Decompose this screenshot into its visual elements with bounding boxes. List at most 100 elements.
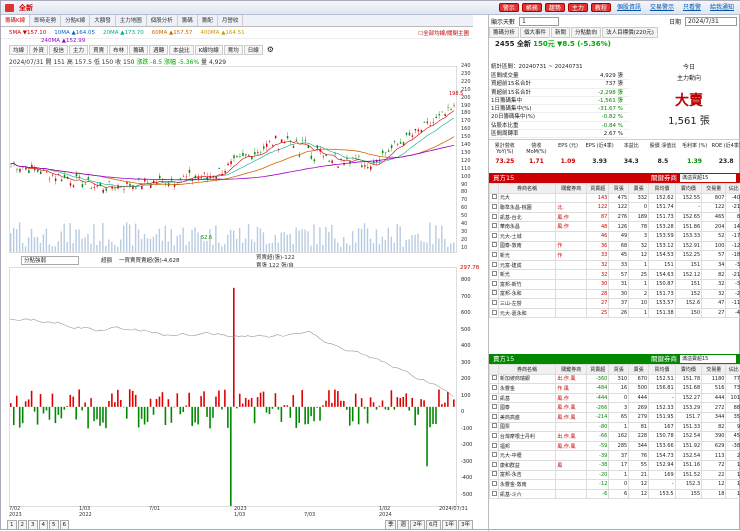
column-header[interactable]: 買賣超 (587, 184, 609, 194)
column-header[interactable]: 交易量 (702, 184, 726, 194)
row-checkbox[interactable] (490, 289, 499, 299)
broker-row[interactable]: 新光作334512154.53152.2557-18 (490, 251, 740, 261)
broker-row[interactable]: 凱基-台北風.作87276189151.73152.654658 (490, 212, 740, 222)
broker-row[interactable]: 美商高盛風.作.風-21465279151.95151.734435 (490, 412, 740, 422)
row-checkbox[interactable] (490, 203, 499, 213)
tab-chip-analysis[interactable]: 籌碼分析 (489, 27, 519, 38)
row-checkbox[interactable] (490, 231, 499, 241)
page-2-button[interactable]: 2 (18, 520, 28, 530)
row-checkbox[interactable] (490, 270, 499, 280)
broker-row[interactable]: 福邦風.作.風-59285344153.66151.92629-38 (490, 441, 740, 451)
season-button[interactable]: 季 (385, 520, 397, 530)
broker-row[interactable]: 富邦-永和28302151.7315232-2 (490, 289, 740, 299)
column-header[interactable] (490, 365, 499, 375)
column-header[interactable]: 關鍵券商 (556, 365, 587, 375)
tab-kline-ma[interactable]: K線均線 (195, 45, 223, 55)
row-checkbox[interactable] (490, 241, 499, 251)
tab-realtime[interactable]: 即時走勢 (30, 15, 61, 26)
net-buy-chart[interactable] (9, 267, 457, 507)
broker-row[interactable]: 康和群益風-381755152.94151.16721 (490, 460, 740, 470)
row-checkbox[interactable] (490, 212, 499, 222)
settings-gear-icon[interactable]: ⚙ (264, 45, 277, 55)
sell-key-broker-button[interactable]: 關鍵券商 (651, 354, 677, 364)
trend-button[interactable]: 趨勢 (545, 3, 565, 12)
column-header[interactable]: 關鍵券商 (556, 184, 587, 194)
column-header[interactable]: 買張 (609, 365, 629, 375)
days-input[interactable]: 1 (519, 17, 559, 26)
tab-branch-kline[interactable]: 分點K線 (61, 15, 90, 26)
column-header[interactable]: 買賣超 (587, 365, 609, 375)
row-checkbox[interactable] (490, 299, 499, 309)
column-header[interactable]: 佔比 (726, 184, 740, 194)
column-header[interactable]: 買均價 (649, 365, 676, 375)
row-checkbox[interactable] (490, 222, 499, 232)
broker-row[interactable]: 永豐金-敦南-12012-152.3121 (490, 480, 740, 490)
row-checkbox[interactable] (490, 308, 499, 318)
tab-ma[interactable]: 均線 (9, 45, 28, 55)
broker-row[interactable]: 國泰-敦南作366832153.12152.91100-12 (490, 241, 740, 251)
all-ma-toggle[interactable]: ☐全部均線/關閉主圖 (418, 29, 473, 37)
candlestick-chart[interactable] (9, 66, 457, 253)
alert-button[interactable]: 警示 (499, 3, 519, 12)
page-5-button[interactable]: 5 (49, 520, 59, 530)
row-checkbox[interactable] (490, 432, 499, 442)
row-checkbox[interactable] (490, 441, 499, 451)
column-header[interactable]: 券商名稱 (498, 184, 555, 194)
broker-row[interactable]: 元富-建成3233115115134-3 (490, 260, 740, 270)
broker-row[interactable]: 元大-中壢-393776154.73152.541132 (490, 451, 740, 461)
tab-chip[interactable]: 籌碼 (129, 45, 148, 55)
alert-only-link[interactable]: 只看警 (680, 3, 704, 12)
row-checkbox[interactable] (490, 193, 499, 203)
tutorial-button[interactable]: 教程 (591, 3, 611, 12)
6m-button[interactable]: 6月 (426, 520, 441, 530)
buy-key-broker-button[interactable]: 關鍵券商 (651, 173, 677, 183)
column-header[interactable]: 佔比 (726, 365, 740, 375)
sell-sort-dropdown[interactable]: 滿溢賣超15 (680, 355, 736, 363)
row-checkbox[interactable] (490, 451, 499, 461)
broker-row[interactable]: 富邦-永吉-20121169151.52221 (490, 470, 740, 480)
broker-row[interactable]: 元大-土城46493153.59153.3352-17 (490, 231, 740, 241)
broker-row[interactable]: 聯準永昌-桃園北.1221220151.74-122-21 (490, 203, 740, 213)
tab-chips[interactable]: 籌碼 (178, 15, 198, 26)
page-3-button[interactable]: 3 (28, 520, 38, 530)
tab-allocation[interactable]: 籌配 (198, 15, 218, 26)
column-header[interactable]: 券商名稱 (498, 365, 555, 375)
tab-chip-kline[interactable]: 籌碼K線 (1, 15, 30, 26)
tab-pe[interactable]: 本益比 (169, 45, 194, 55)
column-header[interactable]: 賣均價 (675, 365, 702, 375)
account-button[interactable]: 帳務 (522, 3, 542, 12)
row-checkbox[interactable] (490, 260, 499, 270)
broker-row[interactable]: 元大143475332152.62152.55807-40 (490, 193, 740, 203)
tab-monthly-revenue[interactable]: 月營收 (218, 15, 244, 26)
broker-row[interactable]: 凱基風.作-4440444-152.27444101 (490, 393, 740, 403)
row-checkbox[interactable] (490, 480, 499, 490)
tab-target-price[interactable]: 法人目標價(220元) (602, 27, 658, 38)
column-header[interactable]: 賣張 (629, 184, 649, 194)
tab-main-map[interactable]: 主力地圖 (116, 15, 147, 26)
date-input[interactable]: 2024/7/31 (685, 17, 737, 26)
page-1-button[interactable]: 1 (7, 520, 17, 530)
column-header[interactable]: 賣均價 (675, 184, 702, 194)
tab-trade[interactable]: 買賣 (89, 45, 108, 55)
broker-row[interactable]: 新加坡商瑞銀出.作.風-360310670152.51151.78118077 (490, 374, 740, 384)
broker-row[interactable]: 元大-嘉永和25261151.3815027-4 (490, 308, 740, 318)
tab-trust[interactable]: 投信 (49, 45, 68, 55)
row-checkbox[interactable] (490, 374, 499, 384)
tab-stock-analysis[interactable]: 個股分析 (147, 15, 178, 26)
broker-row[interactable]: 永豐金作.風-48416500156.81151.6851673 (490, 384, 740, 394)
tab-branch-moves[interactable]: 分點動向 (571, 27, 601, 38)
notify-link[interactable]: 給我通知 (707, 3, 737, 12)
row-checkbox[interactable] (490, 403, 499, 413)
stock-info-link[interactable]: 個股資訊 (614, 3, 644, 12)
broker-row[interactable]: 台灣摩根士丹利出.作.風-66162228150.78152.5439045 (490, 432, 740, 442)
broker-row[interactable]: 國泰風.作.風-2663269152.33153.2927288 (490, 403, 740, 413)
row-checkbox[interactable] (490, 412, 499, 422)
broker-row[interactable]: 國票-80181167151.33829 (490, 422, 740, 432)
column-header[interactable] (490, 184, 499, 194)
row-checkbox[interactable] (490, 251, 499, 261)
tab-main[interactable]: 主力 (69, 45, 88, 55)
broker-row[interactable]: 華南永昌風.作4812678153.28151.8620414 (490, 222, 740, 232)
column-header[interactable]: 交易量 (702, 365, 726, 375)
2y-button[interactable]: 2年 (410, 520, 425, 530)
broker-row[interactable]: 新光325725154.63152.1282-21 (490, 270, 740, 280)
